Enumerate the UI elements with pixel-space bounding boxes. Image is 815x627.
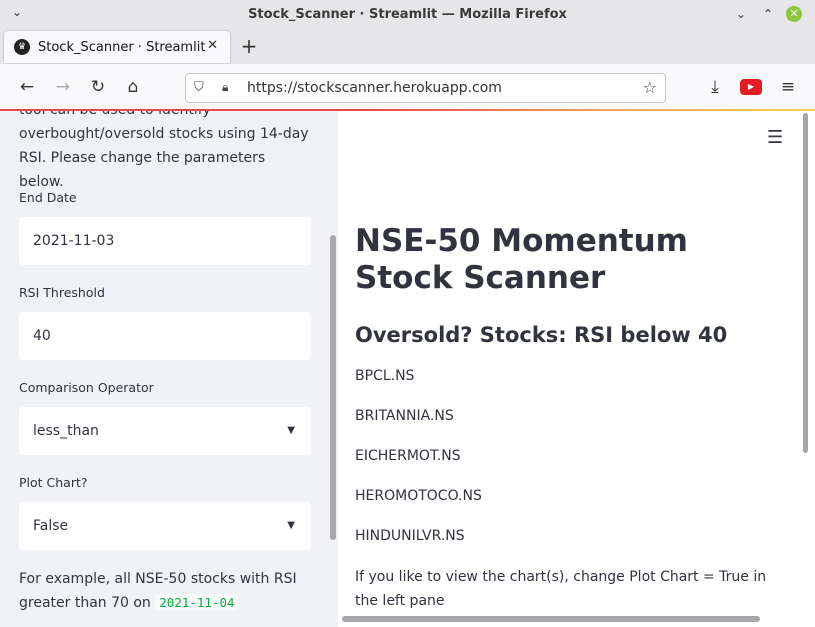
plot-chart-label: Plot Chart? <box>19 475 88 490</box>
page-subtitle: Oversold? Stocks: RSI below 40 <box>355 323 728 347</box>
comparison-operator-select[interactable]: less_than ▼ <box>19 407 311 455</box>
page-title: NSE-50 Momentum Stock Scanner <box>355 223 688 296</box>
tab-close-icon[interactable]: ✕ <box>207 38 218 53</box>
url-text[interactable]: https://stockscanner.herokuapp.com <box>247 80 502 96</box>
chevron-down-icon: ▼ <box>287 520 295 531</box>
window-titlebar: ⌄ Stock_Scanner · Streamlit — Mozilla Fi… <box>0 0 815 28</box>
comparison-operator-label: Comparison Operator <box>19 380 154 395</box>
comparison-operator-value: less_than <box>33 423 99 439</box>
plot-chart-select[interactable]: False ▼ <box>19 502 311 550</box>
stock-item: HEROMOTOCO.NS <box>355 488 482 504</box>
maximize-icon[interactable]: ⌃ <box>760 6 776 22</box>
lock-icon[interactable]: 🔒︎ <box>222 80 228 95</box>
stock-item: HINDUNILVR.NS <box>355 528 465 544</box>
sidebar: tool can be used to identify overbought/… <box>0 111 338 627</box>
new-tab-button[interactable]: + <box>238 34 260 58</box>
url-bar[interactable]: ⛉ 🔒︎ https://stockscanner.herokuapp.com … <box>185 73 666 103</box>
streamlit-favicon-icon: ♛ <box>14 39 30 55</box>
stock-item: BRITANNIA.NS <box>355 408 454 424</box>
reload-icon[interactable]: ↻ <box>87 76 109 98</box>
sidebar-example: For example, all NSE-50 stocks with RSI … <box>19 567 311 615</box>
end-date-input[interactable]: 2021-11-03 <box>19 217 311 265</box>
arrow-left-icon[interactable]: ← <box>16 76 38 98</box>
shield-icon[interactable]: ⛉ <box>194 80 204 95</box>
navigation-bar: ← → ↻ ⌂ ⛉ 🔒︎ https://stockscanner.heroku… <box>0 64 815 110</box>
stock-item: EICHERMOT.NS <box>355 448 461 464</box>
plot-chart-value: False <box>33 518 69 534</box>
window-title: Stock_Scanner · Streamlit — Mozilla Fire… <box>248 6 567 22</box>
star-icon[interactable]: ☆ <box>643 78 657 97</box>
close-window-icon[interactable]: ✕ <box>786 6 802 22</box>
download-icon[interactable]: ⤓ <box>704 76 726 98</box>
sidebar-intro: tool can be used to identify overbought/… <box>19 111 309 190</box>
home-icon[interactable]: ⌂ <box>122 76 144 98</box>
youtube-icon[interactable]: ▶ <box>740 79 762 95</box>
hamburger-icon[interactable]: ≡ <box>777 76 799 98</box>
main-content: ☰ NSE-50 Momentum Stock Scanner Oversold… <box>338 111 815 627</box>
plot-chart-note: If you like to view the chart(s), change… <box>355 569 767 609</box>
end-date-label: End Date <box>19 190 77 205</box>
arrow-right-icon[interactable]: → <box>52 76 74 98</box>
rsi-threshold-label: RSI Threshold <box>19 285 105 300</box>
hamburger-icon[interactable]: ☰ <box>767 127 783 148</box>
stock-item: BPCL.NS <box>355 368 415 384</box>
main-vertical-scrollbar[interactable] <box>803 113 808 453</box>
minimize-icon[interactable]: ⌄ <box>733 6 749 22</box>
tab-stock-scanner[interactable]: ♛ Stock_Scanner · Streamlit ✕ <box>4 31 230 63</box>
tab-strip: ♛ Stock_Scanner · Streamlit ✕ + <box>0 28 815 64</box>
example-date-code: 2021-11-04 <box>155 594 239 611</box>
rsi-threshold-input[interactable]: 40 <box>19 312 311 360</box>
main-horizontal-scrollbar[interactable] <box>342 616 760 622</box>
chevron-down-icon: ▼ <box>287 425 295 436</box>
chevron-down-icon[interactable]: ⌄ <box>12 5 22 19</box>
sidebar-scrollbar[interactable] <box>330 235 336 540</box>
tab-label: Stock_Scanner · Streamlit <box>38 39 206 55</box>
